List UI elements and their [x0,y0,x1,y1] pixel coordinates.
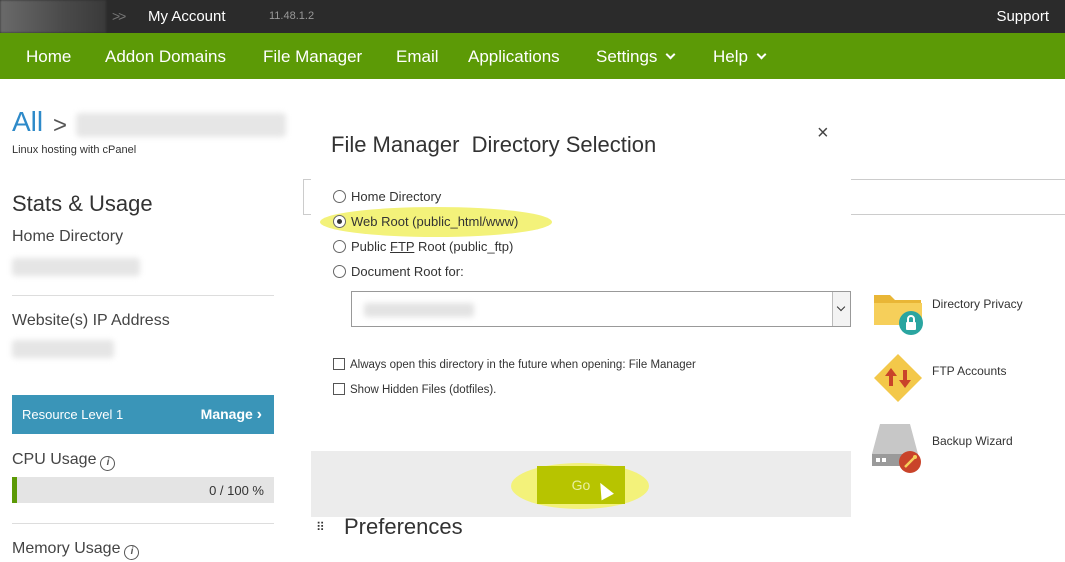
cpu-usage-text: CPU Usage [12,451,97,468]
domain-name-redacted [76,113,286,137]
nav-help-label: Help [713,47,748,66]
chevron-right-icon: › [256,406,262,423]
tool-label: Directory Privacy [932,297,1023,311]
version-label: 11.48.1.2 [269,10,315,22]
directory-selection-dialog: File Manager Directory Selection × Home … [311,106,851,517]
radio-document-root[interactable]: Document Root for: [333,264,464,284]
tool-directory-privacy[interactable]: Directory Privacy [872,283,1062,338]
breadcrumb-all-link[interactable]: All [12,106,43,138]
ftp-arrows-icon [874,354,922,402]
radio-button[interactable] [333,240,346,254]
manage-label: Manage [200,406,253,422]
drag-handle-icon[interactable]: ⠿ [316,520,325,534]
nav-help[interactable]: Help [713,47,767,67]
hosting-type: Linux hosting with cPanel [12,144,137,156]
preferences-heading: Preferences [344,514,463,539]
radio-label: Document Root for: [351,264,464,279]
main-nav: Home Addon Domains File Manager Email Ap… [0,33,1065,79]
radio-button[interactable] [333,265,346,279]
home-directory-value-redacted [12,258,140,276]
dialog-title: File Manager Directory Selection [331,132,657,157]
radio-label: Web Root (public_html/www) [351,214,519,229]
home-directory-label: Home Directory [12,228,124,245]
chevron-down-icon [756,49,767,60]
checkbox[interactable] [333,358,345,370]
resource-level-label: Resource Level 1 [22,407,124,422]
resource-level-bar: Resource Level 1 Manage › [12,395,274,434]
cpu-usage-value: 0 / 100 % [209,483,264,498]
ip-address-value-redacted [12,340,114,358]
radio-label-ftp: FTP [390,239,415,254]
nav-home[interactable]: Home [26,47,71,67]
manage-button[interactable]: Manage › [201,406,262,424]
radio-public-ftp-root[interactable]: Public FTP Root (public_ftp) [333,239,513,259]
document-root-select[interactable] [351,291,851,327]
folder-lock-icon [874,295,923,335]
checkbox[interactable] [333,383,345,395]
go-button[interactable]: Go [537,466,625,504]
stats-usage-heading: Stats & Usage [12,191,153,216]
backup-drive-icon [872,424,921,473]
chevron-down-icon[interactable] [832,292,850,326]
nav-applications[interactable]: Applications [468,47,560,67]
breadcrumb-chevron-icon: > [53,112,68,139]
nav-settings[interactable]: Settings [596,47,676,67]
info-icon[interactable]: i [124,545,140,560]
support-link[interactable]: Support [996,8,1049,25]
tool-label: FTP Accounts [932,364,1007,378]
checkbox-always-open[interactable]: Always open this directory in the future… [333,358,696,372]
nav-addon-domains[interactable]: Addon Domains [105,47,226,67]
nav-file-manager[interactable]: File Manager [263,47,362,67]
radio-label: Home Directory [351,189,442,204]
divider [12,523,274,524]
checkbox-label: Always open this directory in the future… [350,359,696,372]
dialog-footer: Go [311,451,851,517]
tool-backup-wizard[interactable]: Backup Wizard [872,420,1062,475]
cpu-usage-bar: 0 / 100 % [12,477,274,503]
nav-settings-label: Settings [596,47,658,66]
nav-email[interactable]: Email [396,47,439,67]
cpu-usage-label: CPU Usage i [12,451,116,471]
chevron-down-icon [665,49,676,60]
top-bar: >> My Account 11.48.1.2 Support [0,0,1065,33]
radio-web-root[interactable]: Web Root (public_html/www) [333,214,518,234]
radio-home-directory[interactable]: Home Directory [333,189,441,209]
tool-label: Backup Wizard [932,434,1013,448]
radio-label-prefix: Public [351,239,391,254]
divider [12,295,274,296]
info-icon[interactable]: i [100,456,116,471]
memory-usage-label: Memory Usage i [12,540,140,560]
radio-label-suffix: Root (public_ftp) [414,239,514,254]
close-icon[interactable]: × [817,122,829,145]
memory-usage-text: Memory Usage [12,540,121,557]
cpu-usage-fill [12,477,18,503]
checkbox-show-hidden[interactable]: Show Hidden Files (dotfiles). [333,383,497,397]
tool-ftp-accounts[interactable]: FTP Accounts [872,350,1062,405]
radio-button[interactable] [333,190,346,204]
selected-domain-redacted [364,303,474,317]
ip-address-label: Website(s) IP Address [12,312,170,329]
brand-logo[interactable] [0,0,106,33]
my-account-link[interactable]: My Account [148,8,226,25]
radio-button[interactable] [333,215,346,229]
breadcrumb-separator-icon: >> [112,8,126,24]
checkbox-label: Show Hidden Files (dotfiles). [350,384,497,397]
